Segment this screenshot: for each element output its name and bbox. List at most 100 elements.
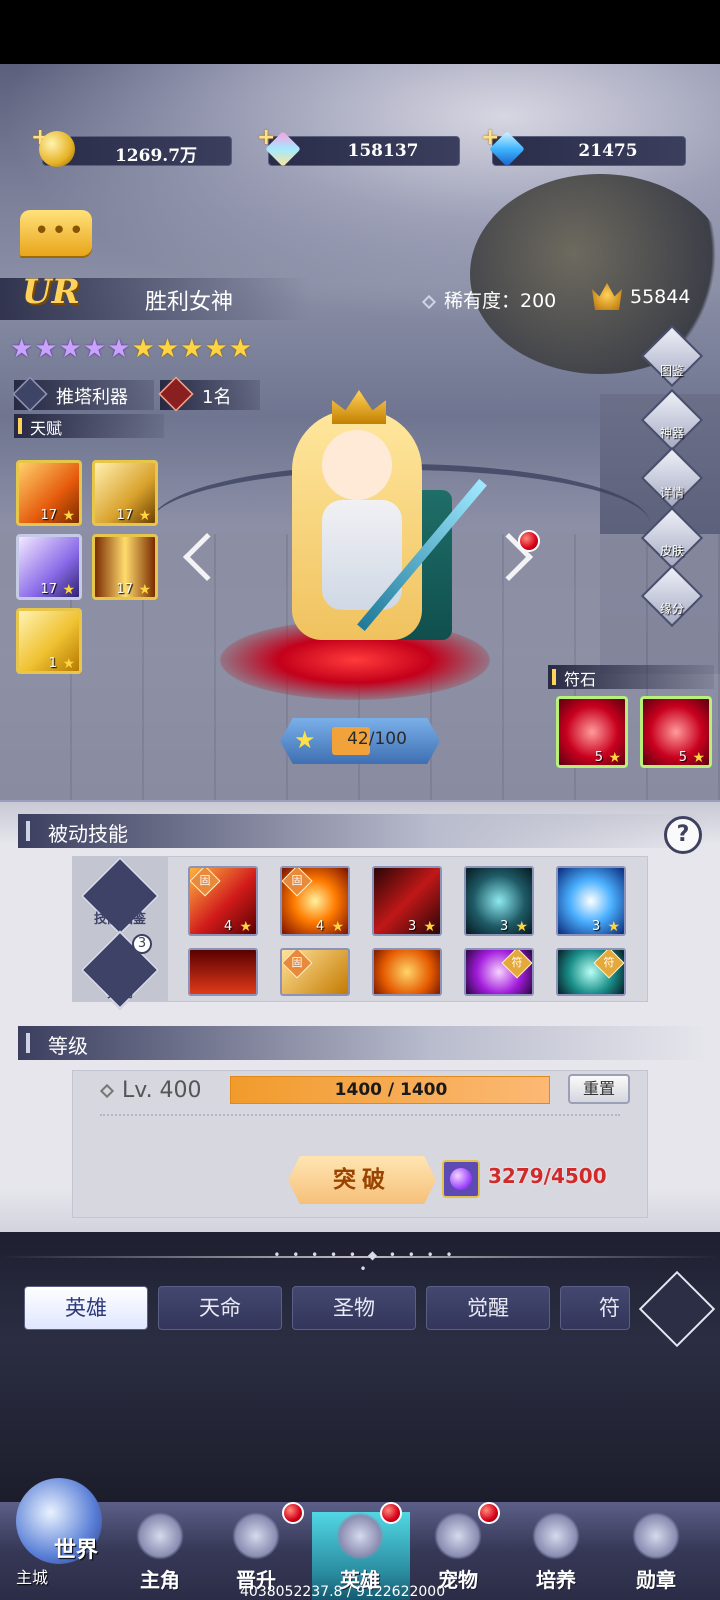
rune-header: 符石 <box>548 665 714 689</box>
gold-counter[interactable]: + 1269.7万 <box>31 125 232 167</box>
world-label: 世界 <box>54 1537 99 1563</box>
golden-shield-skill-icon[interactable]: 固 <box>280 948 350 996</box>
rainbow-gem-counter[interactable]: + 158137 <box>257 125 460 167</box>
medal-icon <box>632 1512 680 1560</box>
main-city-label: 主城 <box>16 1568 49 1587</box>
red-claw-skill-icon[interactable]: 3 ★ <box>372 866 442 936</box>
hero-exp-bar[interactable]: ★ 42/100 <box>280 718 440 764</box>
star-icon: ★ <box>331 919 344 935</box>
purple-orb-skill-icon[interactable]: 符 <box>464 948 534 996</box>
talent-header: 天赋 <box>14 414 164 438</box>
help-icon[interactable]: ? <box>664 816 702 854</box>
diamond-icon <box>421 294 437 309</box>
nav-label: 勋章 <box>636 1568 676 1592</box>
talent-level: 17 <box>40 582 57 597</box>
chat-bubble-icon[interactable]: ••• <box>20 210 92 256</box>
star-icon: ★ <box>607 919 620 935</box>
skill-level: 4 <box>316 919 325 934</box>
nav-medal[interactable]: 勋章 <box>608 1512 704 1600</box>
nav-protagonist[interactable]: 主角 <box>112 1512 208 1600</box>
level-value: Lv. 400 <box>122 1078 202 1103</box>
section-bar <box>18 418 22 434</box>
blue-staff-talent-icon[interactable]: 1 ★ <box>16 608 82 674</box>
hero-name: 胜利女神 <box>145 290 234 315</box>
tab-rune[interactable]: 符文 <box>560 1286 630 1330</box>
star-arrow-icon: ★ <box>294 726 316 754</box>
decorative-divider: • • • • • ◆ • • • • • <box>273 1248 457 1276</box>
tab-relic[interactable]: 圣物 <box>292 1286 416 1330</box>
notification-dot <box>478 1502 500 1524</box>
world-button[interactable]: 世界 主城 <box>6 1478 110 1600</box>
nav-label: 主角 <box>140 1568 180 1592</box>
star-icon: ★ <box>239 919 252 935</box>
rune-level: 5 <box>594 750 603 765</box>
red-sword-skill-icon[interactable]: 固 4 ★ <box>188 866 258 936</box>
hero-character-art[interactable] <box>232 390 492 680</box>
section-bar <box>26 1033 30 1053</box>
skill-codex-label: 技能图鉴 <box>93 912 146 927</box>
reset-button[interactable]: 重置 <box>568 1074 630 1104</box>
skill-level: 3 <box>500 919 509 934</box>
orb-cost-text: 3279/4500 <box>488 1164 607 1188</box>
hero-tag-role[interactable]: 推塔利器 <box>12 376 154 412</box>
fixed-badge: 固 <box>190 868 221 897</box>
level-exp-text: 1400 / 1400 <box>334 1080 448 1100</box>
blue-gem-counter[interactable]: + 21475 <box>481 125 686 167</box>
breakthrough-button[interactable]: 突破 <box>288 1156 436 1204</box>
fire-slash-talent-icon[interactable]: 17 ★ <box>16 460 82 526</box>
rune-badge: 符 <box>501 950 532 979</box>
rune-slot-1[interactable]: 5 ★ <box>556 696 628 768</box>
tab-hero[interactable]: 英雄 <box>24 1286 148 1330</box>
demon-skill-icon[interactable] <box>188 948 258 996</box>
light-pillar-talent-icon[interactable]: 17 ★ <box>92 534 158 600</box>
dark-bat-skill-icon[interactable]: 3 ★ <box>464 866 534 936</box>
exp-text: 42/100 <box>347 729 407 749</box>
talent-level: 1 <box>48 656 57 671</box>
star-rating: ★★★★★★★★★★ <box>10 334 253 364</box>
fire-beast-skill-icon[interactable] <box>372 948 442 996</box>
hero-crown <box>332 390 386 424</box>
tab-destiny[interactable]: 天命 <box>158 1286 282 1330</box>
divider <box>100 1114 620 1116</box>
passive-skill-header: 被动技能 <box>18 814 708 848</box>
purple-wind-talent-icon[interactable]: 17 ★ <box>16 534 82 600</box>
skill-level: 3 <box>592 919 601 934</box>
fixed-badge: 固 <box>282 868 313 897</box>
star-icon: ★ <box>692 750 705 766</box>
rune-title: 符石 <box>564 670 597 689</box>
notification-dot <box>518 530 540 552</box>
crossed-swords-icon <box>12 376 48 412</box>
skill-level: 4 <box>224 919 233 934</box>
notification-dot <box>380 1502 402 1524</box>
star-icon: ★ <box>608 750 621 766</box>
status-bar <box>0 0 720 64</box>
star-icon: ★ <box>138 508 151 524</box>
training-icon <box>532 1512 580 1560</box>
star-icon: ★ <box>62 508 75 524</box>
rune-slot-2[interactable]: 5 ★ <box>640 696 712 768</box>
golden-wave-talent-icon[interactable]: 17 ★ <box>92 460 158 526</box>
passive-skill-title: 被动技能 <box>48 822 128 846</box>
fire-burst-skill-icon[interactable]: 固 4 ★ <box>280 866 350 936</box>
tab-rune-label: 符文 <box>599 1296 620 1320</box>
hero-face <box>322 430 392 500</box>
talent-level: 17 <box>40 508 57 523</box>
fixed-badge: 固 <box>282 950 313 979</box>
skill-level: 3 <box>408 919 417 934</box>
tab-awaken[interactable]: 觉醒 <box>426 1286 550 1330</box>
blue-phoenix-skill-icon[interactable]: 3 ★ <box>556 866 626 936</box>
grade-badge: UR <box>22 272 80 312</box>
nav-training[interactable]: 培养 <box>508 1512 604 1600</box>
talent-title: 天赋 <box>30 419 63 438</box>
hero-helmet-icon <box>336 1512 384 1560</box>
details-label: 详情 <box>659 486 684 500</box>
resonance-label: 共鸣 <box>106 986 133 1001</box>
nav-label: 培养 <box>536 1568 576 1592</box>
teal-ghost-skill-icon[interactable]: 符 <box>556 948 626 996</box>
rune-level: 5 <box>678 750 687 765</box>
talent-level: 17 <box>116 508 133 523</box>
diamond-icon <box>99 1083 115 1099</box>
rank-tag-label: 1名 <box>202 387 232 408</box>
blue-gem-value: 21475 <box>578 141 638 161</box>
section-bar <box>552 669 556 685</box>
